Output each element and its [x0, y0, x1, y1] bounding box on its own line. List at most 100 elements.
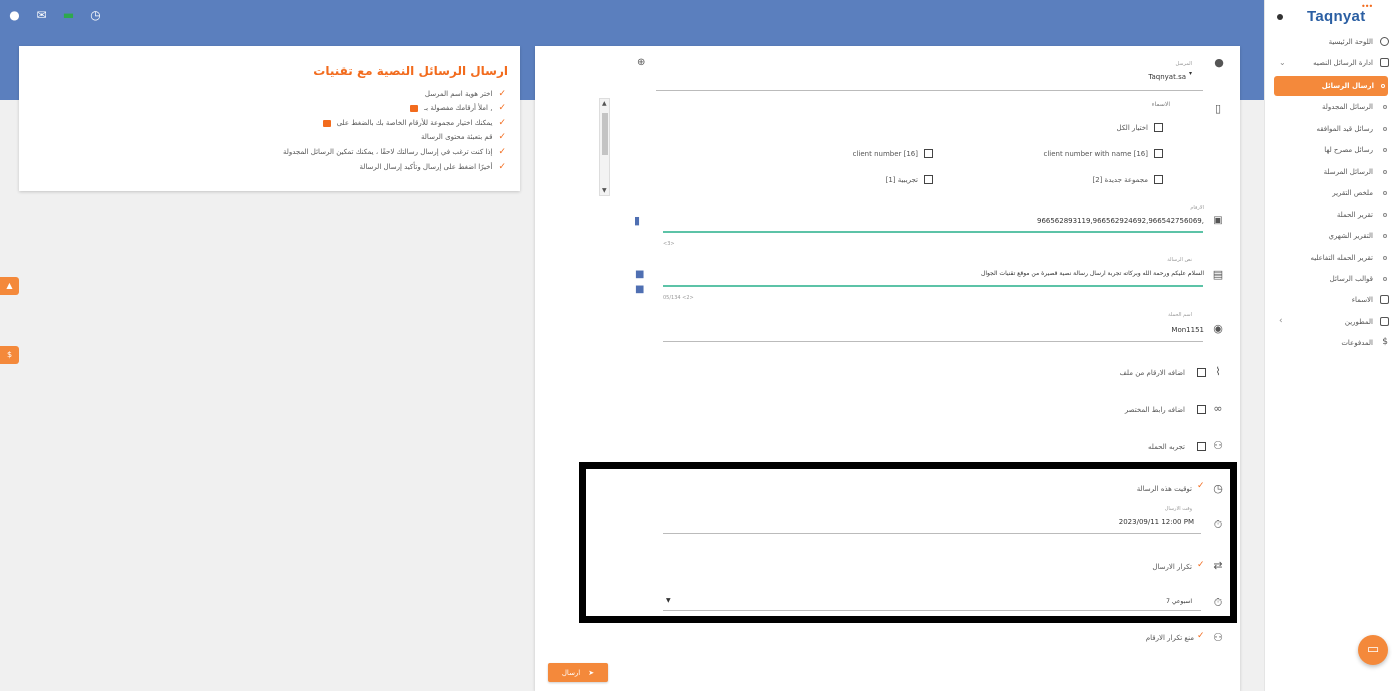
step-text: يمكنك اختيار مجموعة للأرقام الخاصة بك با… — [336, 119, 493, 127]
campaign-input[interactable]: Mon1151 — [1171, 326, 1204, 334]
step-text: املأ أرقامك مفصولة بـ , — [424, 104, 493, 112]
campaign-label: اسم الحملة — [1168, 312, 1192, 318]
sidebar-item-report-summary[interactable]: ملخص التقرير — [1265, 183, 1392, 203]
dropdown-arrow-icon[interactable]: ▾ — [1189, 70, 1192, 77]
bullet-icon — [1383, 170, 1387, 174]
message-count: 05/134 <2> — [663, 295, 694, 301]
sidebar-item-templates[interactable]: قوالب الرسائل — [1265, 269, 1392, 289]
group-checkbox[interactable] — [924, 149, 933, 158]
dashboard-icon — [1380, 37, 1389, 46]
names-scrollbar[interactable]: ▲ ▼ — [599, 98, 610, 196]
send-time-input[interactable]: 2023/09/11 12:00 PM — [1119, 518, 1194, 526]
bullet-icon — [1381, 84, 1385, 88]
sidebar-item-label: رسائل مصرح لها — [1324, 146, 1373, 154]
schedule-check-icon[interactable]: ✓ — [1197, 481, 1205, 491]
sender-label: المرسل — [1175, 61, 1192, 67]
group-label: مجموعة جديدة [2] — [1092, 176, 1148, 184]
logo[interactable]: Taqnyat — [1307, 8, 1366, 25]
menu-toggle-icon[interactable] — [1277, 14, 1283, 20]
sidebar-item-interactive-report[interactable]: تقرير الحمله التفاعليه — [1265, 248, 1392, 268]
flag-icon[interactable]: ▬ — [62, 9, 75, 22]
test-campaign-label: تجربه الحمله — [1148, 443, 1185, 451]
sidebar-item-scheduled[interactable]: الرسائل المجدولة — [1265, 97, 1392, 117]
prevent-duplicates-label: منع تكرار الارقام — [1145, 634, 1194, 642]
speaker-icon: ◉ — [1213, 322, 1223, 335]
numbers-label: الارقام — [1190, 205, 1204, 211]
sidebar-item-authorized[interactable]: رسائل مصرح لها — [1265, 140, 1392, 160]
sidebar-item-sms-management[interactable]: ⌄ ادارة الرسائل النصيه — [1265, 53, 1392, 73]
scrollbar-thumb[interactable] — [602, 113, 608, 155]
group-checkbox[interactable] — [1154, 149, 1163, 158]
chat-support-icon[interactable]: ▭ — [1358, 635, 1388, 665]
user-icon[interactable]: ● — [8, 9, 21, 22]
test-campaign-checkbox[interactable] — [1197, 442, 1206, 451]
sidebar-item-send-messages[interactable]: ارسال الرسائل — [1274, 76, 1388, 96]
step-item: يمكنك اختيار مجموعة للأرقام الخاصة بك با… — [322, 118, 506, 128]
numbers-input[interactable]: 966562893119,966562924692,966542756069, — [1037, 217, 1204, 225]
step-item: قم بتعبئة محتوى الرسالة ✓ — [421, 132, 506, 142]
bullet-icon — [1383, 213, 1387, 217]
numbers-underline — [663, 231, 1203, 233]
repeat-check-icon[interactable]: ✓ — [1197, 560, 1205, 570]
select-all-checkbox[interactable] — [1154, 123, 1163, 132]
contact-card-icon: ▣ — [1213, 215, 1223, 226]
logo-dots-icon: ••• — [1361, 2, 1373, 11]
check-icon: ✓ — [498, 103, 506, 113]
chat-icon: ▤ — [1212, 268, 1224, 281]
sidebar-item-payments[interactable]: المدفوعات $ — [1265, 333, 1392, 353]
repeat-select[interactable]: 7 اسبوعي — [1166, 598, 1192, 605]
check-icon[interactable]: ✓ — [1197, 631, 1205, 641]
sidebar-item-developers[interactable]: ‹ المطورين — [1265, 312, 1392, 332]
mail-icon[interactable]: ✉ — [35, 9, 48, 22]
step-text: إذا كنت ترغب في إرسال رسالتك لاحقًا ، يم… — [282, 148, 493, 156]
file-numbers-checkbox[interactable] — [1197, 368, 1206, 377]
group-label: تجريبية [1] — [885, 176, 918, 184]
clock-icon[interactable]: ◷ — [89, 9, 102, 22]
scroll-down-icon[interactable]: ▼ — [602, 187, 607, 194]
send-icon: ➤ — [588, 668, 595, 677]
currency-tab-icon[interactable]: $ — [0, 346, 19, 364]
sender-select[interactable]: Taqnyat.sa — [1148, 73, 1186, 81]
sidebar-item-label: رسائل قيد الموافقه — [1316, 125, 1373, 133]
check-icon: ✓ — [498, 162, 506, 172]
sidebar-item-label: التقرير الشهري — [1328, 232, 1373, 240]
phonebook-icon[interactable]: ▮ — [634, 214, 640, 227]
sidebar-item-dashboard[interactable]: اللوحة الرئيسية — [1265, 32, 1392, 52]
repeat-icon: ⇄ — [1213, 559, 1223, 572]
bullet-icon — [1383, 277, 1387, 281]
chevron-down-icon: ⌄ — [1279, 58, 1286, 67]
names-label: الاسماء — [1151, 101, 1170, 108]
sidebar-item-names[interactable]: الاسماء — [1265, 290, 1392, 310]
sidebar-item-label: ادارة الرسائل النصيه — [1313, 59, 1373, 67]
message-input[interactable]: السلام عليكم ورحمة الله وبركاته تجربة ار… — [981, 270, 1204, 277]
step-item: إذا كنت ترغب في إرسال رسالتك لاحقًا ، يم… — [283, 147, 506, 157]
sidebar-item-label: الاسماء — [1351, 296, 1373, 304]
dropdown-arrow-icon[interactable]: ▼ — [666, 597, 671, 604]
scroll-up-icon[interactable]: ▲ — [602, 100, 607, 107]
sidebar-item-monthly-report[interactable]: التقرير الشهري — [1265, 226, 1392, 246]
schedule-section: ◷ ✓ توقيت هذه الرسالة وقت الارسال 2023/0… — [579, 462, 1237, 623]
group-checkbox[interactable] — [1154, 175, 1163, 184]
sidebar-item-label: تقرير الحمله التفاعليه — [1310, 254, 1373, 262]
send-time-underline — [663, 533, 1201, 534]
sidebar-item-label: المدفوعات — [1341, 339, 1373, 347]
check-icon: ✓ — [498, 147, 506, 157]
save-icon[interactable]: ■ — [635, 269, 644, 280]
book-icon — [1380, 295, 1389, 304]
sidebar-item-campaign-report[interactable]: تقرير الحملة — [1265, 205, 1392, 225]
campaign-underline — [663, 341, 1203, 342]
paperclip-icon: ⌇ — [1215, 365, 1221, 378]
sidebar-item-label: قوالب الرسائل — [1329, 275, 1373, 283]
sidebar-item-pending[interactable]: رسائل قيد الموافقه — [1265, 119, 1392, 139]
step-text: قم بتعبئة محتوى الرسالة — [421, 133, 493, 141]
send-label: ارسال — [561, 668, 581, 677]
warning-tab-icon[interactable]: ▲ — [0, 277, 19, 295]
add-circle-icon[interactable]: ⊕ — [637, 57, 645, 68]
sidebar-item-label: الرسائل المرسلة — [1323, 168, 1373, 176]
template-icon[interactable]: ■ — [635, 284, 644, 295]
group-checkbox[interactable] — [924, 175, 933, 184]
sidebar-item-sent[interactable]: الرسائل المرسلة — [1265, 162, 1392, 182]
shortlink-checkbox[interactable] — [1197, 405, 1206, 414]
chevron-left-icon: ‹ — [1279, 316, 1283, 326]
send-button[interactable]: ارسال ➤ — [548, 663, 608, 682]
